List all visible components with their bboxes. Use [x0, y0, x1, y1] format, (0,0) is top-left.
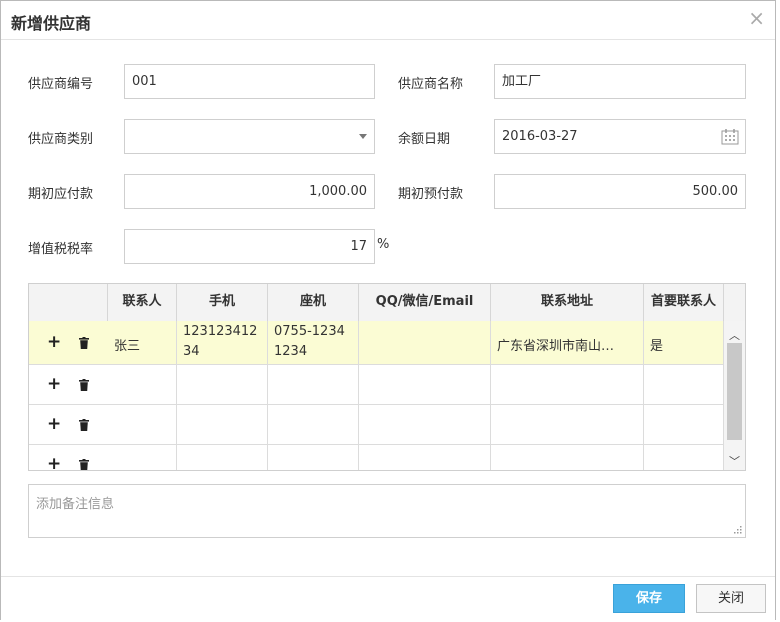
- column-header-phone: 座机: [268, 284, 359, 321]
- contact-im-cell[interactable]: [359, 405, 491, 444]
- trash-icon[interactable]: [79, 459, 89, 471]
- column-header-contact: 联系人: [108, 284, 177, 321]
- supplier-code-label: 供应商编号: [28, 77, 94, 92]
- header-spacer: [724, 284, 745, 321]
- initial-prepaid-input[interactable]: 500.00: [494, 174, 746, 209]
- supplier-type-select[interactable]: [124, 119, 375, 154]
- contact-im-cell[interactable]: [359, 321, 491, 364]
- chevron-down-icon[interactable]: [359, 134, 367, 139]
- supplier-name-label: 供应商名称: [398, 77, 464, 92]
- dialog-titlebar: 新增供应商 ×: [1, 1, 775, 40]
- contact-im-cell[interactable]: [359, 365, 491, 404]
- contact-phone-line2: 1234: [274, 344, 308, 359]
- contact-name: 张三: [114, 339, 141, 354]
- contact-mobile-cell[interactable]: [177, 445, 268, 470]
- initial-prepaid-label: 期初预付款: [398, 187, 464, 202]
- contact-mobile-line1: 123123412: [183, 324, 258, 339]
- contact-primary-cell[interactable]: 是: [644, 321, 724, 364]
- contact-name-cell[interactable]: [108, 405, 177, 444]
- initial-payable-label: 期初应付款: [28, 187, 94, 202]
- contact-phone-cell[interactable]: [268, 445, 359, 470]
- contact-phone-cell[interactable]: 0755-1234 1234: [268, 321, 359, 364]
- contact-row[interactable]: + 张三 123123412 34 0755-1234 1234 广东省深圳市南…: [29, 321, 724, 365]
- contact-im-cell[interactable]: [359, 445, 491, 470]
- vat-rate-label: 增值税税率: [28, 242, 94, 257]
- supplier-code-input[interactable]: 001: [124, 64, 375, 99]
- contact-row[interactable]: +: [29, 405, 724, 445]
- contact-primary-cell[interactable]: [644, 405, 724, 444]
- contact-row[interactable]: +: [29, 445, 724, 471]
- contact-name-cell[interactable]: 张三: [108, 321, 177, 364]
- remark-placeholder: 添加备注信息: [36, 497, 115, 512]
- trash-icon[interactable]: [79, 419, 89, 431]
- contact-phone-line1: 0755-1234: [274, 324, 345, 339]
- close-icon[interactable]: ×: [748, 8, 765, 28]
- actions-column-header: [29, 284, 108, 321]
- balance-date-input[interactable]: 2016-03-27: [494, 119, 746, 154]
- calendar-icon[interactable]: [721, 128, 739, 145]
- column-header-address: 联系地址: [491, 284, 644, 321]
- contact-mobile-line2: 34: [183, 344, 200, 359]
- column-header-mobile: 手机: [177, 284, 268, 321]
- contact-name-cell[interactable]: [108, 365, 177, 404]
- plus-icon[interactable]: +: [47, 334, 61, 351]
- vat-rate-unit: %: [377, 237, 390, 252]
- plus-icon[interactable]: +: [47, 416, 61, 433]
- supplier-name-input[interactable]: 加工厂: [494, 64, 746, 99]
- vat-rate-input[interactable]: 17: [124, 229, 375, 264]
- balance-date-label: 余额日期: [398, 132, 451, 147]
- contact-address-cell[interactable]: 广东省深圳市南山…: [491, 321, 644, 364]
- contact-name-cell[interactable]: [108, 445, 177, 470]
- chevron-down-icon[interactable]: ﹀: [729, 453, 740, 469]
- contact-mobile-cell[interactable]: [177, 365, 268, 404]
- contacts-grid: 联系人 手机 座机 QQ/微信/Email 联系地址 首要联系人 + 张三 12…: [28, 283, 746, 471]
- contact-address: 广东省深圳市南山…: [497, 339, 615, 354]
- dialog-title: 新增供应商: [11, 14, 92, 33]
- contact-address-cell[interactable]: [491, 445, 644, 470]
- supplier-type-label: 供应商类别: [28, 132, 94, 147]
- contact-phone-cell[interactable]: [268, 365, 359, 404]
- contact-address-cell[interactable]: [491, 365, 644, 404]
- resize-grip-icon[interactable]: [734, 526, 742, 534]
- contact-phone-cell[interactable]: [268, 405, 359, 444]
- grid-vertical-scrollbar[interactable]: ︿ ﹀: [723, 321, 745, 470]
- balance-date-value: 2016-03-27: [502, 129, 578, 144]
- add-supplier-dialog: 新增供应商 × 供应商编号 001 供应商名称 加工厂 供应商类别 余额日期 2…: [0, 0, 776, 622]
- contact-primary: 是: [650, 339, 664, 354]
- trash-icon[interactable]: [79, 337, 89, 349]
- contact-row[interactable]: +: [29, 365, 724, 405]
- column-header-im: QQ/微信/Email: [359, 284, 491, 321]
- chevron-up-icon[interactable]: ︿: [729, 327, 740, 343]
- contact-primary-cell[interactable]: [644, 445, 724, 470]
- save-button[interactable]: 保存: [613, 584, 685, 613]
- trash-icon[interactable]: [79, 379, 89, 391]
- remark-textarea[interactable]: 添加备注信息: [28, 484, 746, 538]
- contact-address-cell[interactable]: [491, 405, 644, 444]
- column-header-primary: 首要联系人: [644, 284, 724, 321]
- plus-icon[interactable]: +: [47, 456, 61, 471]
- contact-primary-cell[interactable]: [644, 365, 724, 404]
- initial-payable-input[interactable]: 1,000.00: [124, 174, 375, 209]
- scrollbar-thumb[interactable]: [727, 343, 742, 440]
- contact-mobile-cell[interactable]: 123123412 34: [177, 321, 268, 364]
- plus-icon[interactable]: +: [47, 376, 61, 393]
- close-button[interactable]: 关闭: [696, 584, 766, 613]
- contacts-grid-header: 联系人 手机 座机 QQ/微信/Email 联系地址 首要联系人: [29, 284, 745, 322]
- contact-mobile-cell[interactable]: [177, 405, 268, 444]
